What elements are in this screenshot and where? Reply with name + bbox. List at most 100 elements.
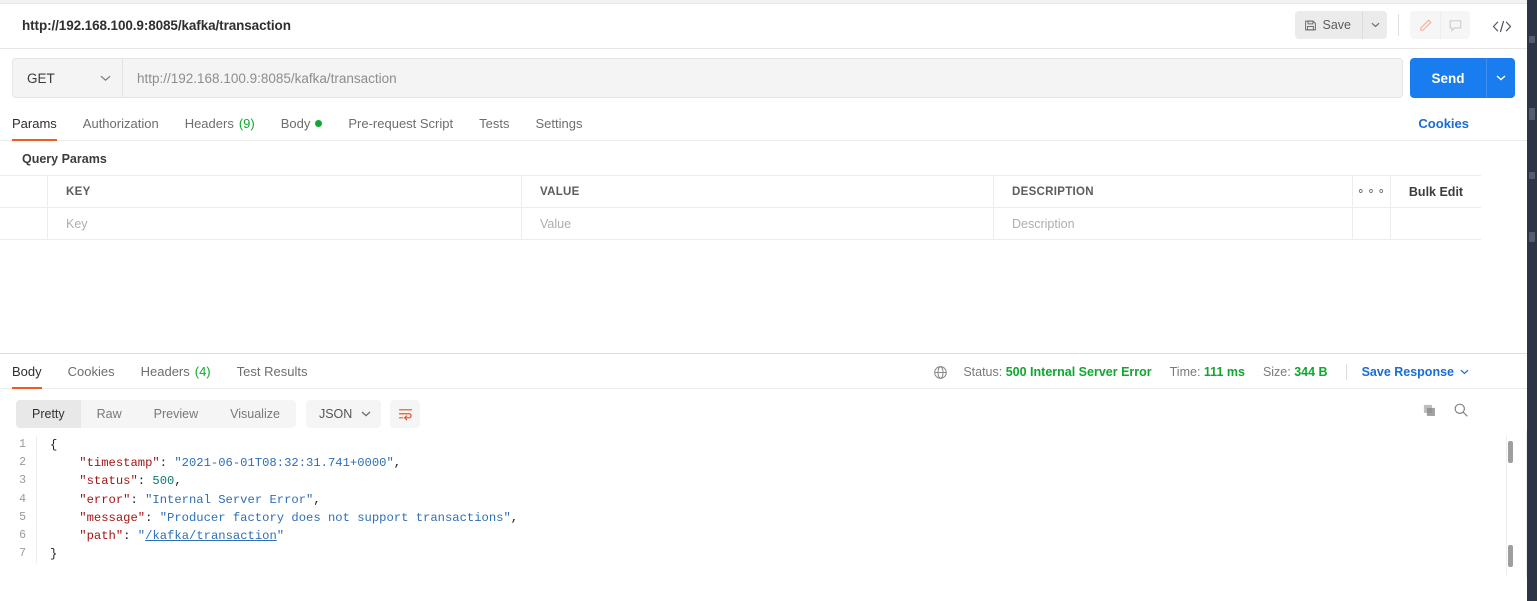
- meta-divider: [1345, 364, 1347, 380]
- query-params-table: KEY VALUE DESCRIPTION ⚬⚬⚬ Bulk Edit Key …: [0, 175, 1481, 240]
- header-checkbox-cell: [0, 176, 48, 207]
- url-bar-row: GET Send: [0, 49, 1527, 107]
- response-tab-body[interactable]: Body: [12, 355, 42, 389]
- status-metric: Status: 500 Internal Server Error: [963, 365, 1151, 379]
- save-button[interactable]: Save: [1294, 11, 1362, 39]
- response-scrollbar[interactable]: [1506, 435, 1513, 575]
- mode-visualize-button[interactable]: Visualize: [214, 400, 296, 428]
- code-token-str: "Producer factory does not support trans…: [159, 510, 511, 525]
- mode-preview-button[interactable]: Preview: [138, 400, 214, 428]
- time-label: Time:: [1169, 365, 1201, 379]
- tab-settings[interactable]: Settings: [535, 107, 582, 140]
- chevron-down-icon: [1496, 75, 1506, 81]
- response-format-label: JSON: [318, 406, 353, 421]
- http-method-select[interactable]: GET: [12, 58, 122, 98]
- header-actions: Save: [1294, 11, 1470, 39]
- rail-icon-4[interactable]: [1529, 232, 1535, 242]
- response-tab-headers[interactable]: Headers (4): [141, 355, 211, 388]
- time-value: 111 ms: [1203, 365, 1245, 379]
- header-divider: [1398, 14, 1399, 36]
- chevron-down-icon: [1371, 22, 1379, 28]
- save-dropdown-button[interactable]: [1362, 11, 1387, 39]
- response-meta: Status: 500 Internal Server Error Time: …: [933, 364, 1469, 380]
- tab-body[interactable]: Body: [281, 107, 323, 140]
- table-options-button[interactable]: ⚬⚬⚬: [1353, 176, 1391, 207]
- word-wrap-icon: [398, 407, 413, 421]
- cookies-link[interactable]: Cookies: [1418, 116, 1469, 131]
- code-token-str: "2021-06-01T08:32:31.741+0000": [174, 456, 394, 471]
- globe-icon[interactable]: [933, 365, 948, 380]
- tab-headers[interactable]: Headers (9): [185, 107, 255, 140]
- line-number-gutter: 1 2 3 4 5 6 7: [0, 436, 36, 563]
- param-description-input[interactable]: Description: [994, 208, 1353, 239]
- row-spacer-cell-2: [1391, 208, 1481, 239]
- tab-pre-request-script[interactable]: Pre-request Script: [348, 107, 453, 140]
- copy-button[interactable]: [1422, 403, 1437, 418]
- postman-window: http://192.168.100.9:8085/kafka/transact…: [0, 0, 1537, 601]
- code-token-punc: [50, 529, 79, 543]
- copy-icon: [1422, 403, 1437, 418]
- rail-icon-3[interactable]: [1529, 172, 1535, 179]
- status-value: 500 Internal Server Error: [1005, 365, 1152, 379]
- right-sidebar-rail[interactable]: [1527, 0, 1537, 601]
- ellipsis-icon: ⚬⚬⚬: [1356, 186, 1387, 198]
- tab-tests[interactable]: Tests: [479, 107, 509, 140]
- code-token-num: 500: [152, 474, 175, 489]
- code-token-punc: ,: [510, 510, 519, 525]
- mode-raw-button[interactable]: Raw: [81, 400, 138, 428]
- response-tab-test-results[interactable]: Test Results: [237, 355, 308, 388]
- search-button[interactable]: [1453, 402, 1469, 418]
- mode-pretty-button[interactable]: Pretty: [16, 399, 81, 428]
- save-response-button[interactable]: Save Response: [1362, 365, 1469, 379]
- code-token-key: "error": [79, 492, 131, 507]
- line-number: 5: [19, 510, 26, 524]
- row-checkbox-cell[interactable]: [0, 208, 48, 239]
- code-token-key: "message": [79, 510, 146, 525]
- tab-pre-request-script-label: Pre-request Script: [348, 116, 454, 131]
- rail-icon-1[interactable]: [1529, 36, 1535, 43]
- param-key-input[interactable]: Key: [48, 208, 522, 239]
- time-metric: Time: 111 ms: [1170, 365, 1245, 379]
- search-icon: [1453, 402, 1469, 418]
- bulk-edit-button[interactable]: Bulk Edit: [1391, 176, 1481, 207]
- send-options-button[interactable]: [1486, 58, 1515, 98]
- http-method-label: GET: [27, 70, 55, 86]
- code-line: "message": "Producer factory does not su…: [50, 509, 1527, 527]
- code-token-punc: :: [137, 474, 153, 489]
- tab-authorization[interactable]: Authorization: [83, 107, 159, 140]
- response-tab-cookies[interactable]: Cookies: [68, 355, 115, 388]
- line-number: 7: [19, 547, 26, 561]
- response-tab-headers-label: Headers: [140, 364, 190, 379]
- json-code-block[interactable]: { "timestamp": "2021-06-01T08:32:31.741+…: [50, 436, 1527, 563]
- scrollbar-thumb-bottom: [1508, 545, 1513, 567]
- word-wrap-button[interactable]: [390, 399, 421, 428]
- line-number: 1: [19, 438, 26, 451]
- code-token-link[interactable]: /kafka/transaction: [145, 529, 277, 543]
- tab-tests-label: Tests: [479, 116, 510, 131]
- tab-params[interactable]: Params: [12, 107, 57, 141]
- request-tabs: Params Authorization Headers (9) Body Pr…: [0, 107, 1527, 141]
- query-params-title: Query Params: [22, 152, 107, 166]
- send-button[interactable]: Send: [1410, 58, 1486, 98]
- code-snippet-button[interactable]: [1489, 15, 1515, 37]
- rail-icon-2[interactable]: [1529, 108, 1535, 120]
- response-format-select[interactable]: JSON: [305, 399, 382, 428]
- url-input[interactable]: [122, 58, 1403, 98]
- code-line: "path": "/kafka/transaction": [50, 527, 1527, 545]
- chevron-down-icon: [100, 75, 111, 81]
- code-token-punc: }: [50, 547, 58, 562]
- table-row[interactable]: Key Value Description: [0, 208, 1481, 240]
- size-value: 344 B: [1294, 365, 1328, 379]
- request-header-bar: http://192.168.100.9:8085/kafka/transact…: [0, 4, 1527, 49]
- tab-settings-label: Settings: [535, 116, 583, 131]
- comment-button[interactable]: [1440, 11, 1470, 39]
- response-body-viewer[interactable]: 1 2 3 4 5 6 7 { "timestamp": "2021-06-01T08:32…: [0, 431, 1527, 577]
- code-token-punc: [50, 511, 79, 525]
- edit-request-button[interactable]: [1410, 11, 1440, 39]
- column-header-value: VALUE: [522, 176, 994, 207]
- param-value-input[interactable]: Value: [522, 208, 994, 239]
- code-token-punc: ,: [174, 474, 182, 489]
- code-token-str: ": [276, 529, 285, 544]
- code-line: "status": 500,: [50, 472, 1527, 490]
- response-mode-segmented: Pretty Raw Preview Visualize: [16, 399, 296, 428]
